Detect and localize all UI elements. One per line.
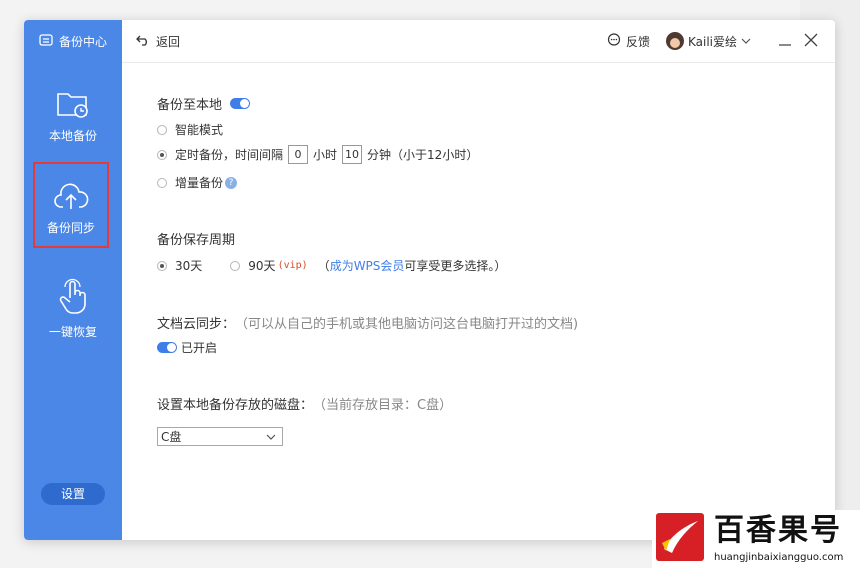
sidebar-item-one-key-restore[interactable]: 一键恢复 <box>24 278 122 340</box>
sidebar-item-label: 一键恢复 <box>48 325 97 339</box>
option-label: 定时备份，时间间隔 <box>175 148 284 162</box>
retention-header: 备份保存周期 <box>157 229 235 248</box>
close-button[interactable] <box>803 33 819 49</box>
cloud-upload-icon <box>53 183 89 215</box>
cloud-sync-header: 文档云同步： （可以从自己的手机或其他电脑访问这台电脑打开过的文档) <box>157 313 578 332</box>
disk-hint: （当前存放目录：C盘） <box>313 398 453 413</box>
option-label: 智能模式 <box>175 123 224 137</box>
limit-note: （小于12小时） <box>391 148 479 162</box>
radio-incremental[interactable] <box>157 177 167 188</box>
status-label: 已开启 <box>181 341 218 355</box>
backup-center-icon <box>38 32 54 51</box>
settings-button[interactable]: 设置 <box>41 483 105 505</box>
hours-unit: 小时 <box>313 148 338 162</box>
backup-local-toggle[interactable] <box>230 98 251 109</box>
brand-label: 备份中心 <box>59 34 108 49</box>
retention-options: 30天 90天 (vip) （ 成为WPS会员 可享受更多选择。） <box>157 257 506 274</box>
section-title: 设置本地备份存放的磁盘： <box>157 398 314 413</box>
backup-center-window: 备份中心 本地备份 备份同步 一键恢复 设置 返回 反馈 Kaili爱绘 备份至… <box>24 20 835 540</box>
minimize-icon <box>778 33 792 50</box>
help-icon[interactable]: ? <box>225 176 238 189</box>
member-text: 可享受更多选择。） <box>404 259 507 273</box>
chevron-down-icon <box>266 430 276 444</box>
mode-smart-option[interactable]: 智能模式 <box>157 121 223 138</box>
username: Kaili爱绘 <box>687 34 737 49</box>
chevron-down-icon <box>741 34 751 48</box>
sidebar-item-label: 备份同步 <box>46 221 95 235</box>
disk-header: 设置本地备份存放的磁盘： （当前存放目录：C盘） <box>157 394 452 413</box>
top-bar: 返回 反馈 Kaili爱绘 <box>122 20 835 63</box>
mode-timed-option[interactable]: 定时备份，时间间隔 0 小时 10 分钟 （小于12小时） <box>157 145 478 164</box>
watermark-logo <box>656 513 704 561</box>
user-menu[interactable]: Kaili爱绘 <box>665 32 751 50</box>
hours-input[interactable]: 0 <box>288 145 309 164</box>
section-title: 备份至本地 <box>157 98 223 113</box>
cloud-sync-status: 已开启 <box>157 339 217 356</box>
disk-select[interactable]: C盘 <box>157 427 283 446</box>
cloud-sync-hint: （可以从自己的手机或其他电脑访问这台电脑打开过的文档) <box>235 317 579 332</box>
top-right-controls: 反馈 Kaili爱绘 <box>607 32 819 50</box>
avatar <box>665 32 684 50</box>
back-label: 返回 <box>156 35 181 49</box>
close-icon <box>804 33 818 50</box>
paren-open: （ <box>317 259 330 273</box>
sidebar-item-label: 本地备份 <box>48 129 97 143</box>
radio-30-days[interactable] <box>157 260 167 271</box>
option-label: 30天 <box>175 259 203 273</box>
minutes-unit: 分钟 <box>367 148 392 162</box>
become-member-link[interactable]: 成为WPS会员 <box>330 257 405 274</box>
feedback-label: 反馈 <box>625 34 650 49</box>
back-button[interactable]: 返回 <box>136 33 180 50</box>
option-label: 90天 <box>248 259 276 273</box>
watermark: 百香果号 huangjinbaixiangguo.com <box>652 510 860 568</box>
brand: 备份中心 <box>38 32 107 50</box>
disk-select-row: C盘 <box>157 427 283 446</box>
watermark-url: huangjinbaixiangguo.com <box>714 552 844 563</box>
back-arrow-icon <box>136 34 150 49</box>
hand-pointer-icon <box>55 278 91 319</box>
feedback-button[interactable]: 反馈 <box>607 32 650 50</box>
minutes-input[interactable]: 10 <box>342 145 363 164</box>
sidebar-item-local-backup[interactable]: 本地备份 <box>24 88 122 144</box>
watermark-title: 百香果号 <box>714 513 842 548</box>
minimize-button[interactable] <box>777 33 793 49</box>
cloud-sync-toggle[interactable] <box>157 342 177 353</box>
backup-local-header: 备份至本地 <box>157 94 251 113</box>
radio-timed[interactable] <box>157 149 167 160</box>
sidebar-item-backup-sync[interactable]: 备份同步 <box>33 162 109 248</box>
radio-smart[interactable] <box>157 124 167 135</box>
select-value: C盘 <box>161 430 182 444</box>
sidebar: 备份中心 本地备份 备份同步 一键恢复 设置 <box>24 20 122 540</box>
section-title: 文档云同步： <box>157 317 236 332</box>
folder-clock-icon <box>55 93 91 123</box>
chat-bubble-icon <box>607 32 621 50</box>
vip-tag: (vip) <box>277 260 308 271</box>
mode-incremental-option[interactable]: 增量备份 ? <box>157 174 238 191</box>
option-label: 增量备份 <box>175 176 224 190</box>
radio-90-days[interactable] <box>230 260 241 271</box>
section-title: 备份保存周期 <box>157 233 236 248</box>
